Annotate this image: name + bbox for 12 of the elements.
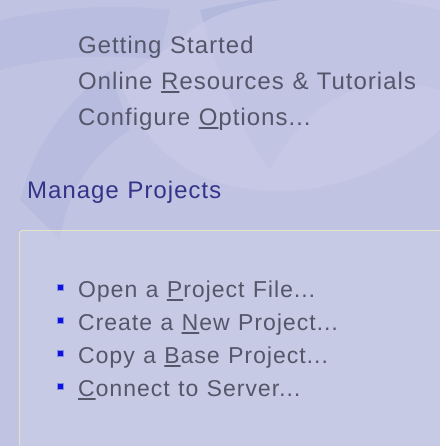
link[interactable]: Getting Started: [78, 28, 254, 64]
action-link[interactable]: Open a Project File...: [78, 276, 316, 303]
section-title: Manage Projects: [27, 176, 222, 206]
bullet-icon: [57, 284, 64, 290]
action-link[interactable]: Copy a Base Project...: [78, 342, 329, 369]
bullet-icon: [57, 316, 64, 324]
bullet-icon: [57, 382, 64, 390]
action-link[interactable]: Create a New Project...: [78, 309, 339, 336]
bullet-icon: [57, 350, 64, 356]
action-link[interactable]: Connect to Server...: [78, 375, 302, 402]
link[interactable]: Online Resources & Tutorials: [78, 64, 417, 100]
link[interactable]: Configure Options...: [78, 100, 312, 136]
